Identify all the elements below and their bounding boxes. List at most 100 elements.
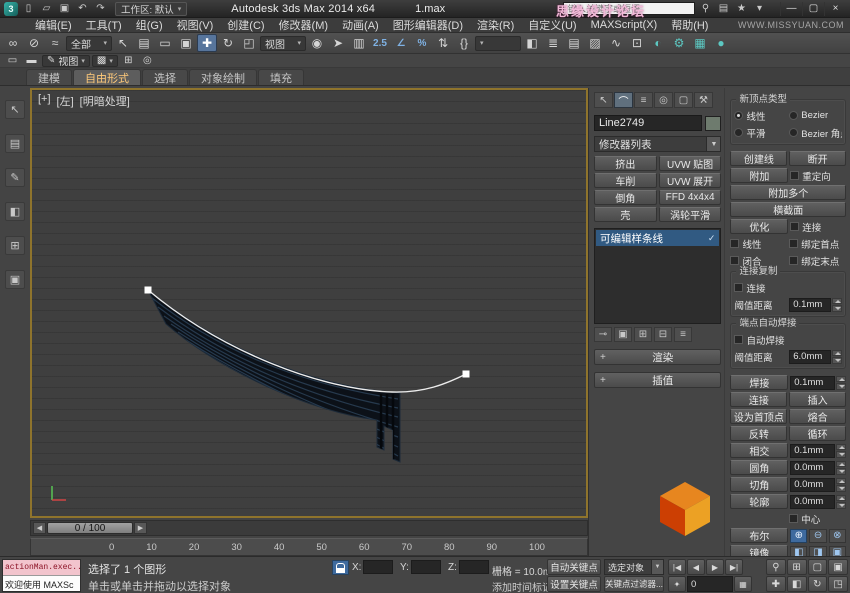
chevron-down-icon[interactable]: ▼ bbox=[652, 559, 664, 575]
snaps-toggle-icon[interactable]: 2.5 bbox=[370, 34, 390, 52]
auto-weld-checkbox[interactable]: 自动焊接 bbox=[734, 333, 842, 347]
redo-icon[interactable]: ↷ bbox=[92, 2, 109, 16]
graphite-ribbon-toggle-icon[interactable]: ▨ bbox=[585, 34, 605, 52]
search-input[interactable] bbox=[563, 2, 695, 15]
fillet-button[interactable]: 圆角 bbox=[730, 460, 788, 475]
material-editor-icon[interactable]: ◐ bbox=[648, 34, 668, 52]
time-slider-next-button[interactable]: ▶ bbox=[134, 522, 147, 534]
paint-selection-icon[interactable]: ▬ bbox=[23, 55, 40, 67]
weld-threshold-spinner[interactable]: 0.1mm bbox=[790, 376, 846, 390]
set-key-button[interactable]: 设置关键点 bbox=[547, 576, 601, 592]
menu-item[interactable]: 自定义(U) bbox=[521, 17, 583, 33]
radio-smooth[interactable]: 平滑 bbox=[734, 126, 787, 140]
render-setup-icon[interactable]: ⚙ bbox=[669, 34, 689, 52]
viewport-canvas[interactable] bbox=[32, 90, 586, 516]
attach-button[interactable]: 附加 bbox=[730, 168, 788, 183]
maximize-button[interactable]: ▢ bbox=[802, 2, 824, 16]
reverse-button[interactable]: 反转 bbox=[730, 426, 787, 441]
rectangular-selection-region-icon[interactable]: ▭ bbox=[155, 34, 175, 52]
spinner-arrows[interactable] bbox=[836, 495, 846, 509]
auto-weld-threshold-spinner[interactable]: 6.0mm bbox=[789, 350, 842, 364]
named-selection-sets-dropdown[interactable]: ▾ bbox=[475, 36, 521, 51]
spinner-arrows[interactable] bbox=[832, 350, 842, 364]
communication-center-icon[interactable]: ▤ bbox=[715, 2, 732, 16]
layer-manager-icon[interactable]: ▤ bbox=[564, 34, 584, 52]
viewport-menu-shading[interactable]: [明暗处理] bbox=[80, 93, 130, 109]
go-to-end-button[interactable]: ▶| bbox=[725, 559, 743, 575]
pencil-icon[interactable]: ✎ bbox=[5, 168, 25, 187]
weld-button[interactable]: 焊接 bbox=[730, 375, 788, 390]
boolean-button[interactable]: 布尔 bbox=[730, 528, 788, 543]
create-tab-icon[interactable]: ↖ bbox=[594, 92, 613, 108]
insert-button[interactable]: 插入 bbox=[789, 392, 846, 407]
make-unique-icon[interactable]: ⊞ bbox=[634, 327, 652, 342]
spinner-arrows[interactable] bbox=[836, 478, 846, 492]
selection-filter-dropdown[interactable]: 全部▾ bbox=[66, 36, 112, 51]
tab-modeling[interactable]: 建模 bbox=[26, 69, 72, 85]
application-menu-button[interactable]: 3 bbox=[4, 2, 18, 16]
listener-script-line[interactable]: 欢迎使用 MAXSc bbox=[3, 576, 80, 592]
select-and-manipulate-icon[interactable]: ➤ bbox=[328, 34, 348, 52]
object-color-swatch[interactable] bbox=[705, 116, 721, 131]
boolean-intersect-icon[interactable]: ⊗ bbox=[829, 529, 846, 543]
edit-named-selection-sets-icon[interactable]: {} bbox=[454, 34, 474, 52]
rollout-rendering[interactable]: + 渲染 bbox=[594, 349, 721, 365]
bevel-button[interactable]: 倒角 bbox=[594, 190, 657, 205]
cross-insert-button[interactable]: 相交 bbox=[730, 443, 788, 458]
tab-freeform[interactable]: 自由形式 bbox=[73, 69, 141, 85]
boolean-union-icon[interactable]: ⊕ bbox=[790, 529, 807, 543]
spinner-arrows[interactable] bbox=[836, 444, 846, 458]
cursor-icon[interactable]: ↖ bbox=[5, 100, 25, 119]
pin-stack-icon[interactable]: ⊸ bbox=[594, 327, 612, 342]
y-coordinate-field[interactable] bbox=[411, 560, 441, 574]
brush-options-dropdown[interactable]: ▩▾ bbox=[92, 55, 118, 67]
tab-populate[interactable]: 填充 bbox=[258, 69, 304, 85]
soft-selection-icon[interactable]: ◎ bbox=[139, 55, 156, 67]
display-tab-icon[interactable]: ▢ bbox=[674, 92, 693, 108]
rendered-frame-window-icon[interactable]: ▦ bbox=[690, 34, 710, 52]
select-by-name-icon[interactable]: ▤ bbox=[134, 34, 154, 52]
stack-item-toggle-icon[interactable]: ✓ bbox=[708, 233, 716, 244]
hierarchy-tab-icon[interactable]: ≡ bbox=[634, 92, 653, 108]
zoom-icon[interactable]: ⚲ bbox=[766, 559, 786, 575]
play-button[interactable]: ▶ bbox=[706, 559, 724, 575]
menu-item[interactable]: 工具(T) bbox=[79, 17, 129, 33]
linear-checkbox[interactable]: 线性 bbox=[730, 237, 787, 251]
add-time-tag[interactable]: 添加时间标记 bbox=[492, 579, 552, 593]
render-production-icon[interactable]: ● bbox=[711, 34, 731, 52]
ffd-button[interactable]: FFD 4x4x4 bbox=[659, 190, 722, 205]
bind-to-space-warp-icon[interactable]: ≈ bbox=[45, 34, 65, 52]
unwrap-uvw-button[interactable]: UVW 展开 bbox=[659, 173, 722, 188]
close-button[interactable]: × bbox=[824, 2, 846, 16]
draw-on-surface-dropdown[interactable]: ✎视图▾ bbox=[42, 55, 90, 67]
outline-button[interactable]: 轮廓 bbox=[730, 494, 788, 509]
reference-coordinate-system-dropdown[interactable]: 视图▾ bbox=[260, 36, 306, 51]
curve-editor-icon[interactable]: ∿ bbox=[606, 34, 626, 52]
extrude-button[interactable]: 挤出 bbox=[594, 156, 657, 171]
select-and-link-icon[interactable]: ∞ bbox=[3, 34, 23, 52]
mirror-half-icon[interactable]: ◧ bbox=[5, 202, 25, 221]
bind-first-checkbox[interactable]: 绑定首点 bbox=[789, 237, 846, 251]
show-end-result-icon[interactable]: ▣ bbox=[614, 327, 632, 342]
cross-insert-spinner[interactable]: 0.1mm bbox=[790, 444, 846, 458]
open-file-icon[interactable]: ▱ bbox=[38, 2, 55, 16]
chamfer-spinner[interactable]: 0.0mm bbox=[790, 478, 846, 492]
viewport-menu-view[interactable]: [左] bbox=[57, 93, 74, 109]
cross-section-button[interactable]: 横截面 bbox=[730, 202, 846, 217]
selection-lock-toggle[interactable] bbox=[332, 560, 349, 575]
menu-item[interactable]: 视图(V) bbox=[170, 17, 221, 33]
orbit-icon[interactable]: ↻ bbox=[808, 576, 828, 592]
zoom-region-icon[interactable]: ◧ bbox=[787, 576, 807, 592]
modifier-stack[interactable]: 可编辑样条线 ✓ bbox=[594, 228, 721, 324]
display-square-icon[interactable]: ▣ bbox=[5, 270, 25, 289]
attach-multiple-button[interactable]: 附加多个 bbox=[730, 185, 846, 200]
key-filter-selection-dropdown[interactable]: 选定对象 ▼ bbox=[604, 559, 664, 575]
use-pivot-point-center-icon[interactable]: ◉ bbox=[307, 34, 327, 52]
workspace-dropdown[interactable]: 工作区: 默认 ▾ bbox=[115, 2, 187, 16]
turbosmooth-button[interactable]: 涡轮平滑 bbox=[659, 207, 722, 222]
maxscript-mini-listener[interactable]: actionMan.exec... 欢迎使用 MAXSc bbox=[2, 559, 81, 592]
menu-item[interactable]: 创建(C) bbox=[220, 17, 271, 33]
window-crossing-icon[interactable]: ▣ bbox=[176, 34, 196, 52]
select-object-icon[interactable]: ↖ bbox=[113, 34, 133, 52]
cycle-button[interactable]: 循环 bbox=[789, 426, 846, 441]
